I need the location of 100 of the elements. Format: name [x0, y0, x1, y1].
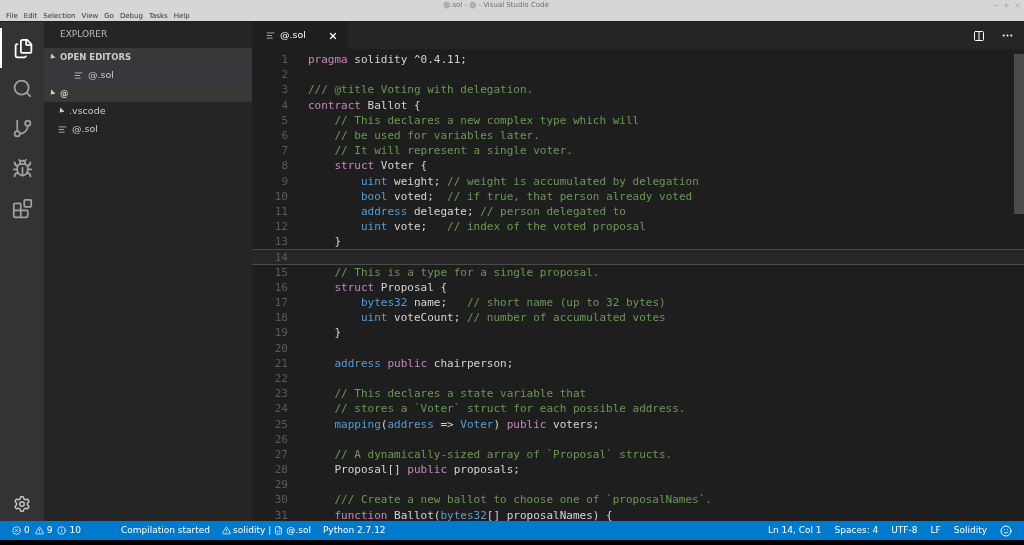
- search-icon: [11, 77, 33, 99]
- line-number: 18: [273, 310, 288, 326]
- code-line: Proposal[] public proposals;: [333, 462, 520, 478]
- line-number: 29: [273, 477, 288, 493]
- files-icon: [12, 37, 34, 59]
- code-line: // It will represent a single voter.: [333, 143, 573, 159]
- extensions-icon: [11, 197, 33, 219]
- code-line: // This is a type for a single proposal.: [333, 264, 600, 280]
- branch-icon: [11, 117, 33, 139]
- line-number: 16: [273, 279, 288, 295]
- line-number: 23: [273, 386, 288, 402]
- code-line: address public chairperson;: [333, 355, 514, 371]
- line-number: 15: [273, 264, 288, 280]
- line-number: 24: [273, 401, 288, 417]
- tree-item[interactable]: .vscode: [44, 102, 252, 120]
- section-title: OPEN EDITORS: [60, 50, 132, 64]
- section-title: @: [60, 86, 69, 100]
- code-line: mapping(address => Voter) public voters;: [333, 416, 600, 432]
- error-icon[interactable]: [12, 526, 21, 535]
- settings-icon[interactable]: [13, 495, 31, 513]
- separator: |: [268, 523, 272, 537]
- line-number: 11: [273, 203, 288, 220]
- line-number: 21: [273, 355, 288, 371]
- caret-icon[interactable]: [48, 53, 56, 61]
- split-editor-icon[interactable]: [973, 29, 985, 42]
- code-line: struct Voter {: [333, 158, 428, 174]
- line-number: 8: [280, 158, 288, 174]
- line-number: 26: [273, 431, 288, 447]
- status-item[interactable]: @.sol: [286, 523, 311, 538]
- status-item[interactable]: Ln 14, Col 1: [767, 523, 822, 538]
- code-line: struct Proposal {: [333, 279, 448, 295]
- status-item[interactable]: Spaces: 4: [834, 523, 879, 538]
- code-line: // be used for variables later.: [333, 127, 540, 144]
- file-icon: [274, 526, 284, 535]
- line-number: 25: [273, 416, 288, 432]
- line-number: 22: [273, 370, 288, 387]
- code-line: // This declares a new complex type which will: [333, 112, 640, 128]
- caret-icon[interactable]: [57, 107, 65, 115]
- code-line: // A dynamically-sized array of `Proposal` structs.: [333, 446, 673, 463]
- section-header[interactable]: @: [44, 84, 252, 102]
- line-number: 28: [273, 462, 288, 478]
- sidebar-title: EXPLORER: [60, 28, 108, 42]
- line-number: 3: [280, 82, 288, 98]
- code-line: bytes32 name; // short name (up to 32 bytes): [359, 295, 666, 311]
- file-name: @.sol: [72, 121, 98, 136]
- warning-icon[interactable]: [34, 526, 44, 535]
- code-line: contract Ballot {: [308, 97, 421, 113]
- status-item[interactable]: UTF-8: [891, 523, 918, 538]
- code-line: bool voted; // if true, that person already voted: [359, 188, 693, 204]
- section-header[interactable]: OPEN EDITORS: [44, 48, 252, 66]
- tree-item[interactable]: @.sol: [44, 66, 252, 84]
- line-number: 6: [280, 127, 288, 144]
- status-item[interactable]: LF: [930, 523, 941, 538]
- line-number: 12: [273, 219, 288, 235]
- alert-icon: [222, 526, 232, 535]
- line-number: 1: [280, 52, 288, 68]
- code-line: uint voteCount; // number of accumulated votes: [359, 310, 666, 326]
- smiley-icon[interactable]: [1000, 524, 1012, 537]
- code-line: address delegate; // person delegated to: [359, 203, 626, 220]
- file-icon: [58, 124, 67, 134]
- code-line: pragma solidity ^0.4.11;: [308, 52, 467, 68]
- line-number: 20: [273, 340, 288, 356]
- code-line: // This declares a state variable that: [333, 386, 587, 402]
- code-line: }: [333, 234, 342, 250]
- file-icon: [266, 31, 275, 40]
- line-number: 4: [280, 97, 288, 113]
- status-item[interactable]: Solidity: [953, 523, 987, 538]
- bug-icon: [11, 157, 33, 179]
- status-item[interactable]: Compilation started: [120, 523, 211, 538]
- line-number: 30: [273, 492, 288, 508]
- line-number: 9: [280, 173, 288, 189]
- editor-tab[interactable]: @.sol: [252, 22, 348, 49]
- line-number: 2: [280, 67, 288, 83]
- caret-icon[interactable]: [48, 89, 56, 97]
- info-icon[interactable]: [57, 526, 67, 535]
- info-count[interactable]: 10: [69, 523, 81, 538]
- code-line: /// @title Voting with delegation.: [308, 82, 534, 98]
- code-line: // stores a `Voter` struct for each possible address.: [333, 401, 686, 417]
- line-number: 19: [273, 325, 288, 341]
- code-line: uint vote; // index of the voted proposal: [359, 219, 646, 235]
- code-line: /// Create a new ballot to choose one of `proposalNames`.: [333, 492, 712, 508]
- code-line: function Ballot(bytes32[] proposalNames) {: [333, 507, 613, 521]
- file-name: @.sol: [88, 67, 114, 82]
- file-icon: [74, 70, 83, 80]
- code-line: }: [333, 325, 342, 341]
- close-icon[interactable]: [328, 30, 338, 41]
- line-number: 31: [273, 507, 288, 521]
- tree-item[interactable]: @.sol: [44, 120, 252, 138]
- status-item[interactable]: Python 2.7.12: [322, 523, 386, 538]
- status-item[interactable]: solidity: [233, 523, 266, 538]
- line-number: 10: [273, 188, 288, 204]
- line-number: 27: [273, 446, 288, 463]
- code-line: uint weight; // weight is accumulated by delegation: [359, 173, 699, 189]
- warning-count[interactable]: 9: [46, 523, 53, 538]
- error-count[interactable]: 0: [24, 523, 30, 538]
- line-number: 7: [280, 143, 288, 159]
- line-number: 17: [273, 295, 288, 311]
- file-name: .vscode: [69, 103, 106, 118]
- scrollbar-thumb[interactable]: [1014, 54, 1024, 214]
- line-number: 13: [273, 234, 288, 250]
